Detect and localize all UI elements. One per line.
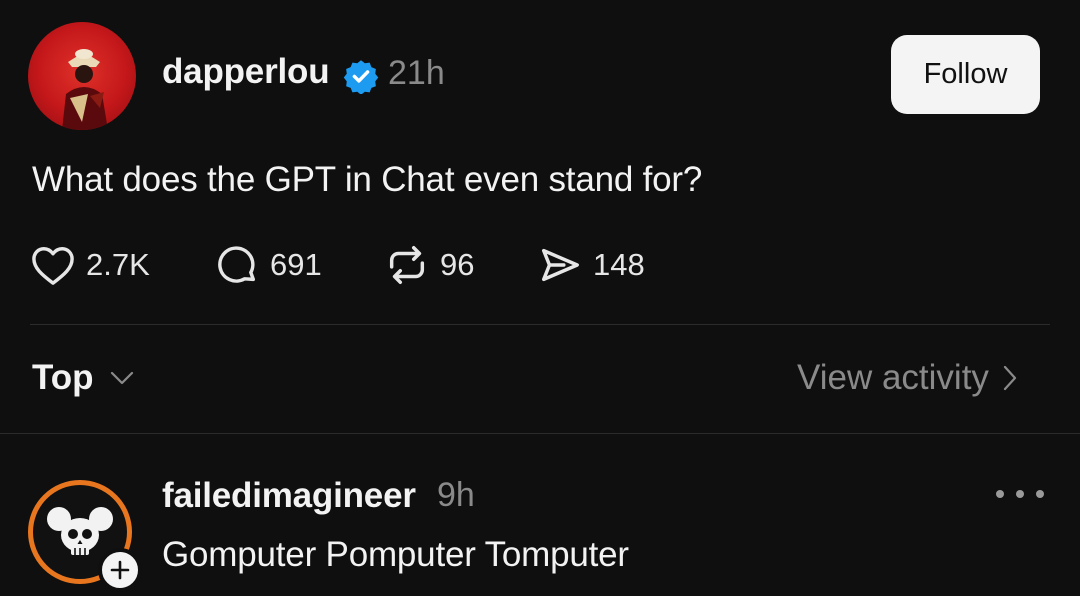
more-horizontal-icon [1036,490,1044,498]
heart-icon [32,247,74,285]
reply-count: 691 [270,247,322,282]
like-button[interactable]: 2.7K [30,242,150,288]
author-username[interactable]: dapperlou [162,52,330,92]
sort-label: Top [32,358,94,397]
send-icon [541,248,579,282]
post-text: What does the GPT in Chat even stand for… [32,160,703,199]
like-count: 2.7K [86,247,150,282]
plus-icon [110,560,130,580]
sort-dropdown[interactable]: Top [32,358,134,398]
chevron-down-icon [110,371,133,385]
reply-button[interactable]: 691 [214,242,322,288]
verified-badge-icon [343,60,379,94]
reply-timestamp: 9h [437,476,475,514]
view-activity-label: View activity [797,358,989,397]
repost-count: 96 [440,247,475,282]
more-horizontal-icon [996,490,1004,498]
post-timestamp: 21h [388,54,445,92]
share-button[interactable]: 148 [537,242,645,288]
view-activity-link[interactable]: View activity [797,358,1017,398]
reply-username[interactable]: failedimagineer [162,476,416,516]
follow-button[interactable]: Follow [891,35,1040,114]
chevron-right-icon [1003,365,1017,391]
repost-icon [389,246,425,284]
author-avatar-image [62,49,108,130]
comment-icon [218,246,256,283]
add-follow-badge[interactable] [98,548,142,592]
reply-text: Gomputer Pomputer Tomputer [162,535,629,574]
divider [30,324,1050,325]
divider [0,433,1080,434]
share-count: 148 [593,247,645,282]
repost-button[interactable]: 96 [384,242,474,288]
author-avatar[interactable] [28,22,136,130]
more-options-button[interactable] [996,482,1044,506]
more-horizontal-icon [1016,490,1024,498]
